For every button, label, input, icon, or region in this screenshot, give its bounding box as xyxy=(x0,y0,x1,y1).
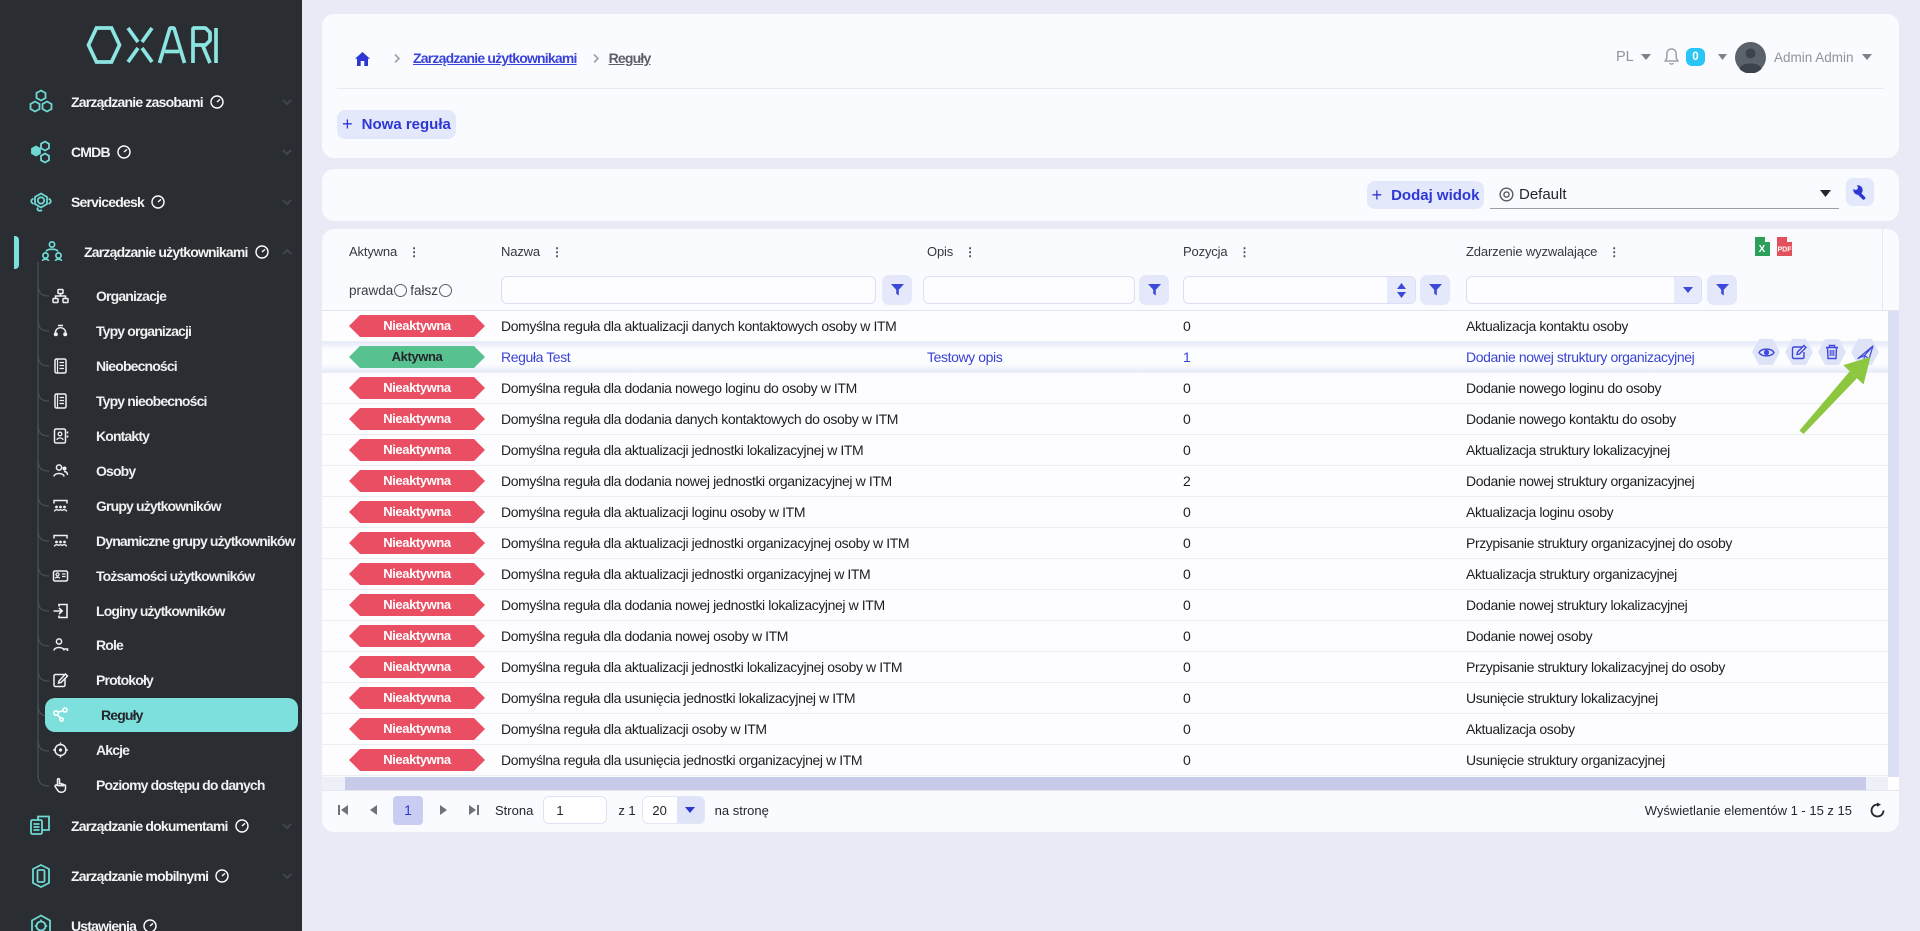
svg-text:PDF: PDF xyxy=(1778,247,1793,254)
svg-text:X: X xyxy=(1759,244,1766,255)
